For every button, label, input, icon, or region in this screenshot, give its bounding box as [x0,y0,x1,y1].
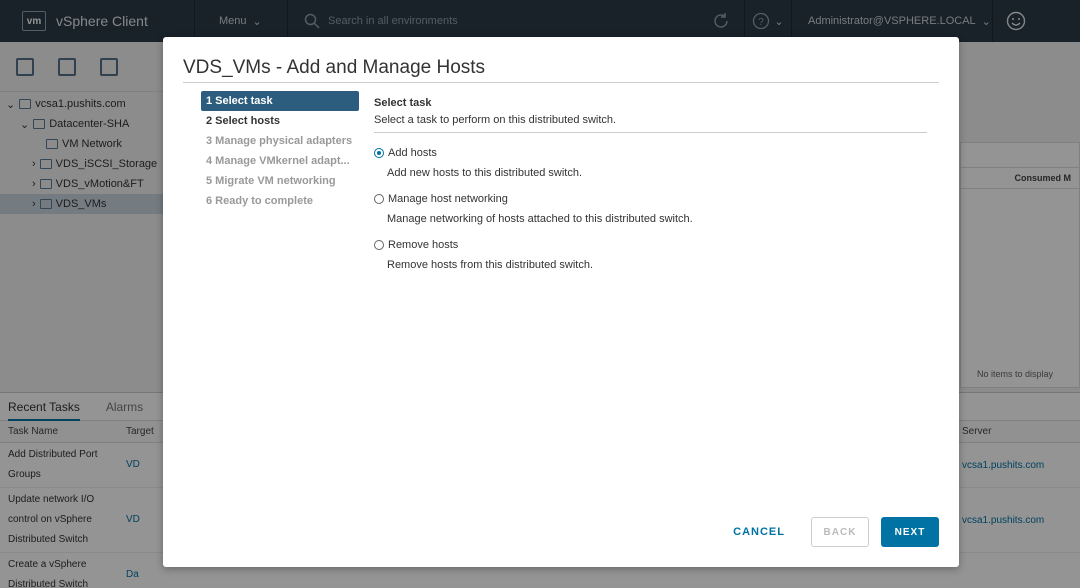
step-manage-vmkernel-adapters: 4 Manage VMkernel adapt... [206,155,350,167]
step-ready-to-complete: 6 Ready to complete [206,195,313,207]
manage-host-networking-radio[interactable]: Manage host networking [374,193,927,205]
radio-button[interactable] [374,194,384,204]
section-title: Select task [374,97,432,109]
option-label: Manage host networking [388,193,508,205]
option-description: Add new hosts to this distributed switch… [387,167,583,179]
option-description: Manage networking of hosts attached to t… [387,213,693,225]
step-migrate-vm-networking: 5 Migrate VM networking [206,175,336,187]
add-manage-hosts-dialog: VDS_VMs - Add and Manage Hosts 1 Select … [163,37,959,567]
section-description: Select a task to perform on this distrib… [374,114,617,126]
option-manage-host-networking: Manage host networking Manage networking… [374,193,927,225]
divider [374,132,927,133]
step-select-task[interactable]: 1 Select task [201,91,359,111]
back-button[interactable]: BACK [811,517,869,547]
step-manage-physical-adapters: 3 Manage physical adapters [206,135,353,147]
wizard-steps: 1 Select task 2 Select hosts 3 Manage ph… [201,91,359,211]
cancel-button[interactable]: CANCEL [719,526,799,538]
radio-button[interactable] [374,240,384,250]
option-description: Remove hosts from this distributed switc… [387,259,594,271]
dialog-title: VDS_VMs - Add and Manage Hosts [183,57,486,78]
step-select-hosts[interactable]: 2 Select hosts [201,111,359,131]
divider [183,82,939,83]
add-hosts-radio[interactable]: Add hosts [374,147,927,159]
option-label: Remove hosts [388,239,459,251]
next-button[interactable]: NEXT [881,517,939,547]
option-remove-hosts: Remove hosts Remove hosts from this dist… [374,239,927,271]
dialog-footer: CANCEL BACK NEXT [719,517,939,547]
remove-hosts-radio[interactable]: Remove hosts [374,239,927,251]
option-add-hosts: Add hosts Add new hosts to this distribu… [374,147,927,179]
radio-button[interactable] [374,148,384,158]
step-content: Select task Select a task to perform on … [374,97,927,271]
option-label: Add hosts [388,147,437,159]
